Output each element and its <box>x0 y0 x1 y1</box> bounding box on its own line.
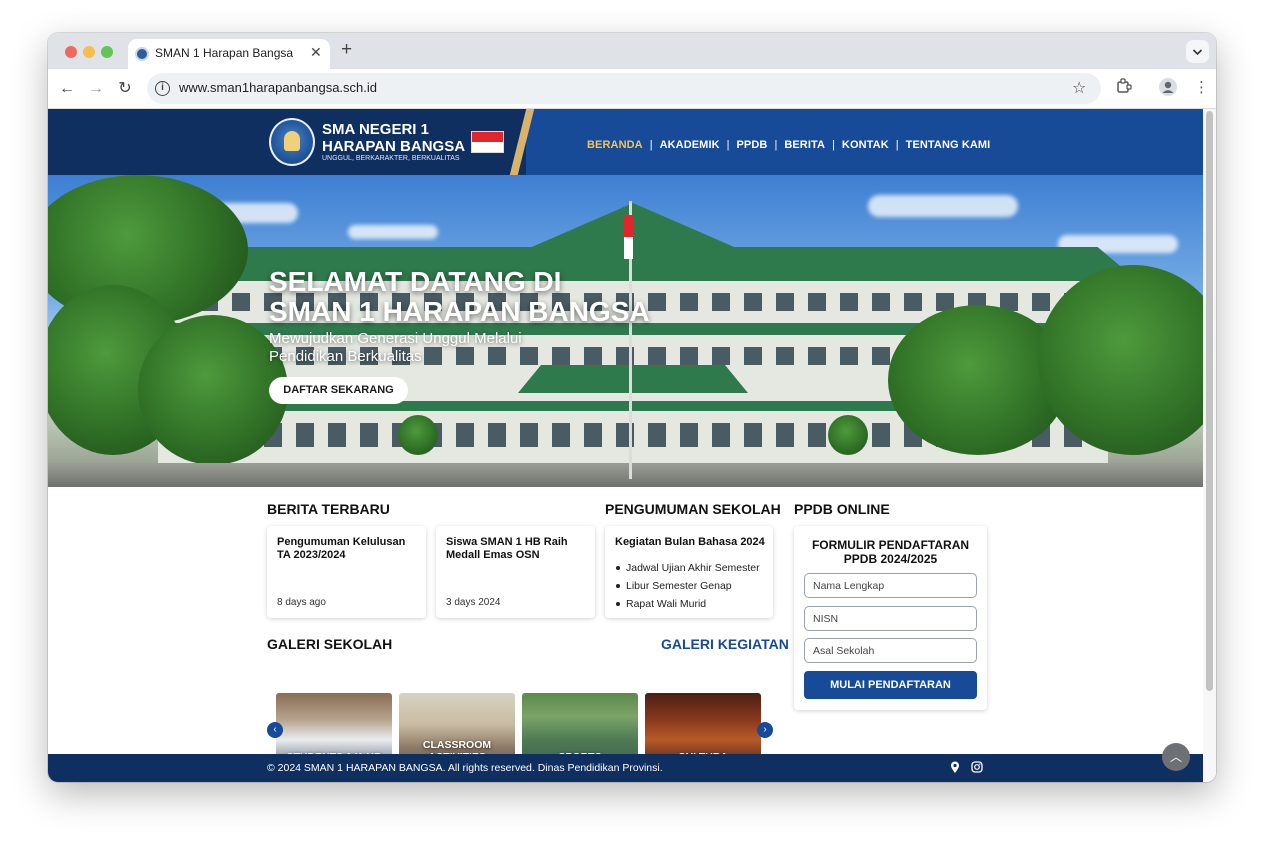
hero-title-line1: SELAMAT DATANG DI <box>269 266 562 297</box>
reload-icon[interactable]: ↻ <box>114 78 136 100</box>
nav-berita[interactable]: BERITA <box>784 139 825 151</box>
page-viewport: SMA NEGERI 1 HARAPAN BANGSA UNGGUL, BERK… <box>48 109 1216 782</box>
site-info-icon[interactable]: i <box>155 81 170 96</box>
full-name-input[interactable] <box>804 573 977 598</box>
brand-name-line2: HARAPAN BANGSA <box>322 138 466 155</box>
announcement-item[interactable]: Libur Semester Genap <box>615 577 760 595</box>
news-card-title: Pengumuman Kelulusan TA 2023/2024 <box>277 536 406 561</box>
news-card-date: 8 days ago <box>277 597 326 608</box>
tab-close-icon[interactable]: ✕ <box>310 44 322 61</box>
bookmark-star-icon[interactable]: ☆ <box>1072 78 1086 98</box>
footer-copyright: © 2024 SMAN 1 HARAPAN BANGSA. All rights… <box>267 762 663 774</box>
instagram-icon[interactable] <box>971 761 983 776</box>
news-section-title: BERITA TERBARU <box>267 501 390 517</box>
chevron-down-icon <box>1192 49 1203 56</box>
form-title-line1: FORMULIR PENDAFTARAN <box>811 538 970 552</box>
scrollbar-thumb[interactable] <box>1206 111 1213 691</box>
hero-title-line2: SMAN 1 HARAPAN BANGSA <box>269 296 650 327</box>
flag-icon <box>624 215 633 259</box>
favicon-icon <box>135 47 149 61</box>
hero-subtitle-line2: Pendidikan Berkualitas <box>269 348 422 365</box>
close-window-button[interactable] <box>65 46 77 58</box>
location-pin-icon[interactable] <box>950 761 960 777</box>
tab-search-button[interactable] <box>1186 40 1209 63</box>
school-logo[interactable] <box>269 118 315 166</box>
profile-avatar-icon[interactable] <box>1158 77 1178 101</box>
nav-ppdb[interactable]: PPDB <box>737 139 768 151</box>
back-arrow-icon[interactable]: ← <box>56 78 78 100</box>
logo-emblem-icon <box>284 131 300 151</box>
origin-school-input[interactable] <box>804 638 977 663</box>
hero-subtitle-line1: Mewujudkan Generasi Unggul Melalui <box>269 330 522 347</box>
browser-toolbar: ← → ↻ i www.sman1harapanbangsa.sch.id ☆ … <box>48 69 1216 109</box>
announcement-card-title: Kegiatan Bulan Bahasa 2024 <box>615 536 765 548</box>
nav-separator: | <box>649 139 653 151</box>
gallery-next-button[interactable]: › <box>757 722 773 738</box>
register-now-button[interactable]: DAFTAR SEKARANG <box>269 377 408 404</box>
chevron-left-icon: ‹ <box>273 724 277 735</box>
nav-tentang-kami[interactable]: TENTANG KAMI <box>906 139 991 151</box>
start-registration-button[interactable]: MULAI PENDAFTARAN <box>804 671 977 699</box>
announcement-item[interactable]: Rapat Wali Murid <box>615 595 760 613</box>
form-title-line2: PPDB 2024/2025 <box>843 552 938 566</box>
ppdb-section-title: PPDB ONLINE <box>794 501 890 517</box>
browser-tab[interactable]: SMAN 1 Harapan Bangsa ✕ <box>128 39 330 69</box>
brand-name-line1: SMA NEGERI 1 <box>322 121 429 138</box>
nav-separator: | <box>726 139 730 151</box>
gallery-section-title: GALERI SEKOLAH <box>267 636 393 652</box>
news-card[interactable]: Siswa SMAN 1 HB Raih Medall Emas OSN 3 d… <box>436 526 595 618</box>
nav-akademik[interactable]: AKADEMIK <box>660 139 720 151</box>
back-to-top-button[interactable]: ︿ <box>1162 743 1190 771</box>
tab-strip: SMAN 1 Harapan Bangsa ✕ + <box>48 33 1216 69</box>
nav-separator: | <box>832 139 835 151</box>
site-footer: © 2024 SMAN 1 HARAPAN BANGSA. All rights… <box>48 754 1203 782</box>
announcement-card[interactable]: Kegiatan Bulan Bahasa 2024 Jadwal Ujian … <box>605 526 773 618</box>
news-card-title: Siswa SMAN 1 HB Raih Medall Emas OSN <box>446 536 568 561</box>
chevron-up-icon: ︿ <box>1169 750 1182 764</box>
gallery-activities-link[interactable]: GALERI KEGIATAN <box>661 636 789 652</box>
nav-kontak[interactable]: KONTAK <box>842 139 889 151</box>
forward-arrow-icon[interactable]: → <box>85 78 107 100</box>
puzzle-icon <box>1117 78 1132 93</box>
hero-title: SELAMAT DATANG DI SMAN 1 HARAPAN BANGSA <box>269 267 689 327</box>
browser-window: SMAN 1 Harapan Bangsa ✕ + ← → ↻ i www.sm… <box>48 33 1216 782</box>
url-text[interactable]: www.sman1harapanbangsa.sch.id <box>179 80 377 95</box>
nav-separator: | <box>895 139 899 151</box>
news-card-date: 3 days 2024 <box>446 597 501 608</box>
news-card[interactable]: Pengumuman Kelulusan TA 2023/2024 8 days… <box>267 526 426 618</box>
form-title: FORMULIR PENDAFTARAN PPDB 2024/2025 <box>794 538 987 566</box>
announcements-section-title: PENGUMUMAN SEKOLAH <box>605 501 781 517</box>
schoolyard <box>48 463 1203 487</box>
maximize-window-button[interactable] <box>101 46 113 58</box>
minimize-window-button[interactable] <box>83 46 95 58</box>
hero-subtitle: Mewujudkan Generasi Unggul Melalui Pendi… <box>269 330 589 366</box>
gallery-label-line1: CLASSROOM <box>422 739 492 751</box>
main-nav: BERANDA | AKADEMIK | PPDB | BERITA | KONTAK | TENT… <box>587 135 991 151</box>
nav-separator: | <box>774 139 778 151</box>
gallery-prev-button[interactable]: ‹ <box>267 722 283 738</box>
indonesia-flag-icon <box>471 131 504 153</box>
new-tab-icon[interactable]: + <box>341 39 352 61</box>
page-scrollbar[interactable] <box>1203 109 1216 782</box>
site-header: SMA NEGERI 1 HARAPAN BANGSA UNGGUL, BERK… <box>48 109 1203 177</box>
nisn-input[interactable] <box>804 606 977 631</box>
nav-beranda[interactable]: BERANDA <box>587 139 643 151</box>
tab-title: SMAN 1 Harapan Bangsa <box>155 46 294 60</box>
hero-banner: SELAMAT DATANG DI SMAN 1 HARAPAN BANGSA … <box>48 175 1203 487</box>
address-bar[interactable]: i www.sman1harapanbangsa.sch.id ☆ <box>147 73 1101 104</box>
ppdb-form: FORMULIR PENDAFTARAN PPDB 2024/2025 MULA… <box>794 526 987 710</box>
announcement-item[interactable]: Jadwal Ujian Akhir Semester <box>615 559 760 577</box>
browser-menu-icon[interactable]: ⋮ <box>1194 78 1209 96</box>
chevron-right-icon: › <box>763 724 767 735</box>
extensions-icon[interactable] <box>1116 78 1132 98</box>
brand-tagline: UNGGUL, BERKARAKTER, BERKUALITAS <box>322 155 460 162</box>
announcement-list: Jadwal Ujian Akhir Semester Libur Semest… <box>615 559 760 613</box>
